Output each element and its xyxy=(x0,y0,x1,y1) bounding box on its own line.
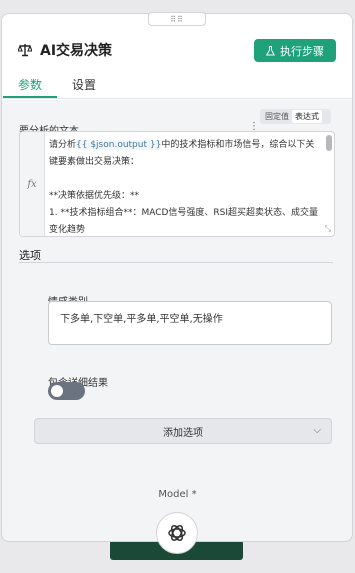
detail-results-toggle[interactable] xyxy=(48,382,85,400)
drag-handle[interactable]: ⠿⠿ xyxy=(148,12,206,26)
node-panel: AI交易决策 执行步骤 参数 设置 xyxy=(1,13,353,542)
flask-icon xyxy=(266,45,275,55)
tab-bar: 参数 设置 xyxy=(2,70,352,99)
fx-icon: fx xyxy=(20,132,45,236)
chevron-down-icon: ⌵ xyxy=(313,425,321,436)
code-line3: **决策依据优先级：** xyxy=(49,191,140,201)
execute-step-button[interactable]: 执行步骤 xyxy=(254,39,336,62)
model-connector[interactable] xyxy=(156,512,198,554)
panel-title: AI交易决策 xyxy=(40,43,113,59)
title-row: AI交易决策 xyxy=(18,40,112,60)
active-tab-indicator xyxy=(3,96,57,98)
toggle-knob xyxy=(51,385,63,397)
panel-header: AI交易决策 执行步骤 参数 设置 xyxy=(2,14,352,100)
options-section-title: 选项 xyxy=(19,249,41,262)
expression-text: 请分析{{ $json.output }}中的技术指标和市场信号，综合以下关键要… xyxy=(49,137,319,236)
tab-settings[interactable]: 设置 xyxy=(72,76,96,93)
code-expression: {{ $json.output }} xyxy=(76,140,162,150)
section-divider xyxy=(19,262,333,263)
openai-icon xyxy=(168,525,186,541)
tab-parameters[interactable]: 参数 xyxy=(18,76,42,93)
resize-icon[interactable]: ⤡ xyxy=(325,224,331,234)
mode-fixed[interactable]: 固定值 xyxy=(262,110,292,123)
editor-scrollbar[interactable] xyxy=(326,135,332,151)
execute-step-label: 执行步骤 xyxy=(280,44,324,58)
add-option-button[interactable]: 添加选项 ⌵ xyxy=(34,418,332,444)
code-line4: 1. **技术指标组合**：MACD信号强度、RSI超买超卖状态、成交量变化趋势 xyxy=(49,208,319,235)
scale-icon xyxy=(18,44,32,57)
add-option-label: 添加选项 xyxy=(163,427,203,439)
mode-expression[interactable]: 表达式 xyxy=(292,110,322,123)
code-line1-prefix: 请分析 xyxy=(49,140,77,150)
expression-editor[interactable]: fx 请分析{{ $json.output }}中的技术指标和市场信号，综合以下… xyxy=(19,131,335,237)
mode-toggle: 固定值 表达式 xyxy=(260,109,331,124)
sentiment-categories-input[interactable]: 下多单,下空单,平多单,平空单,无操作 xyxy=(48,301,332,345)
model-label: Model * xyxy=(158,489,197,500)
